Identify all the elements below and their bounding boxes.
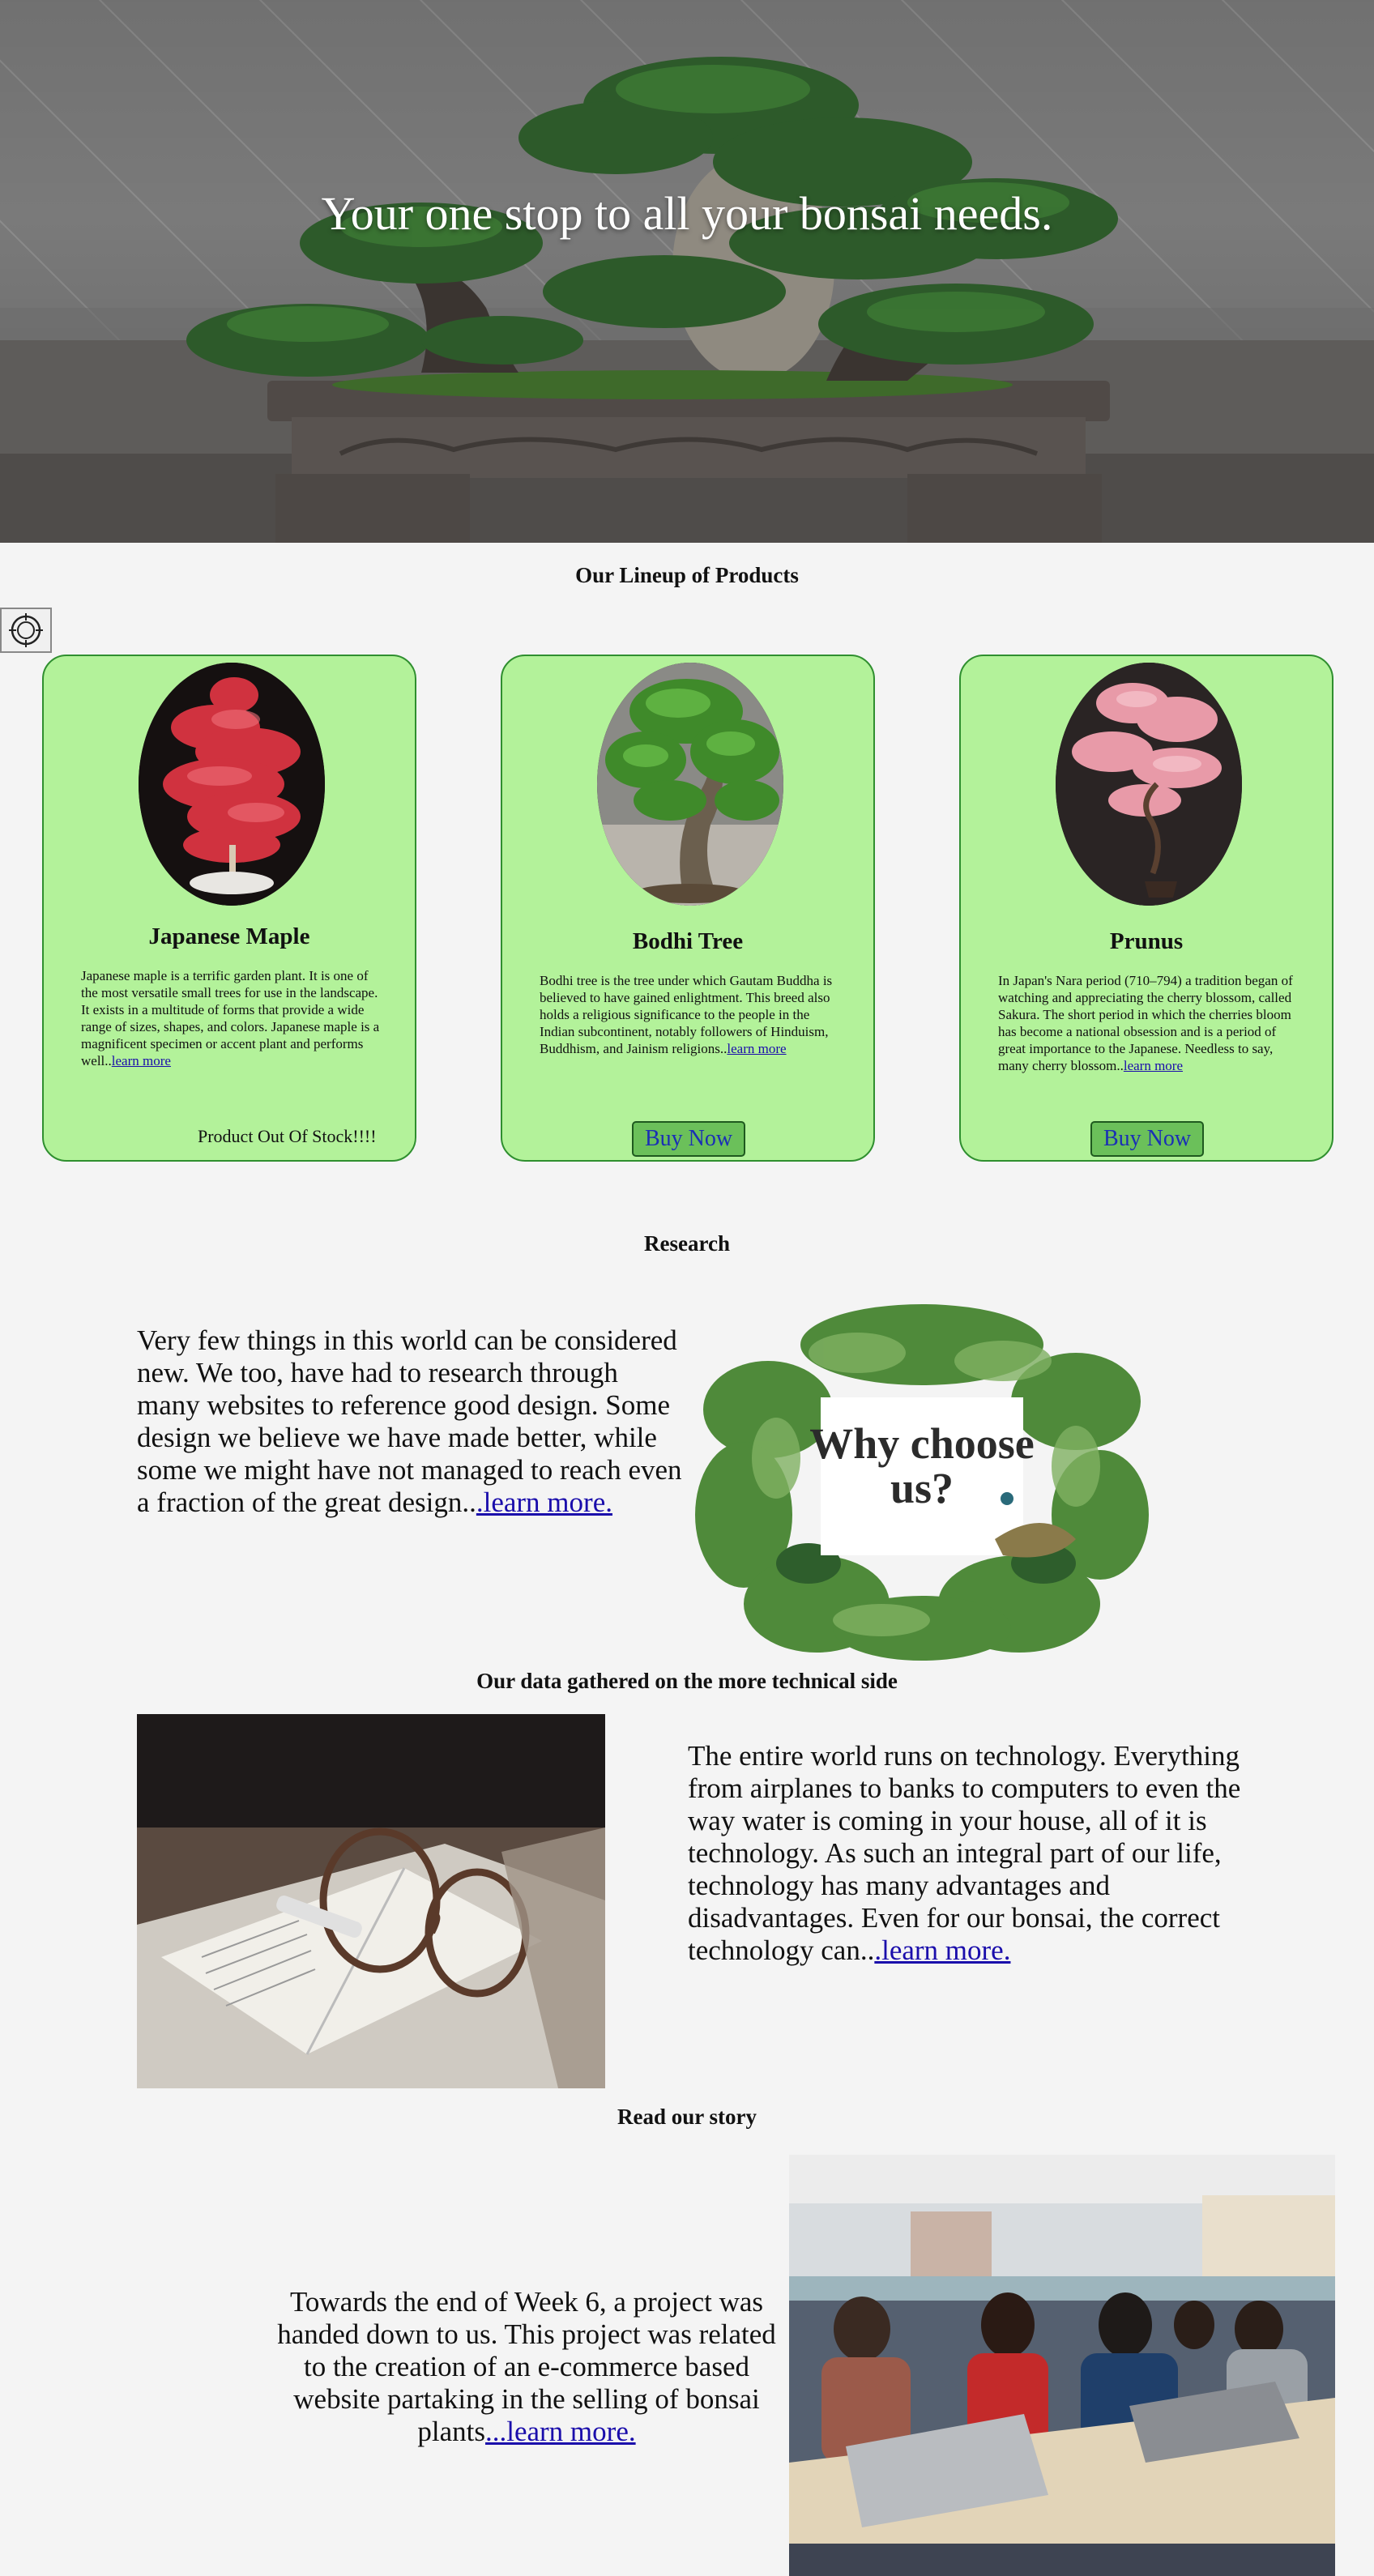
product-description-text: Bodhi tree is the tree under which Gauta… [540,973,833,1056]
story-heading: Read our story [617,2105,757,2129]
technical-learn-more-link[interactable]: .learn more. [874,1934,1010,1966]
circle-menu-icon [9,613,43,647]
why-choose-us-image: Why choose us? [695,1296,1149,1669]
hero-title: Your one stop to all your bonsai needs. [321,187,1053,240]
technical-text: The entire world runs on technology. Eve… [688,1740,1241,1966]
team-photo [789,2155,1335,2576]
japanese-maple-image [139,663,325,906]
story-learn-more-link[interactable]: ...learn more. [485,2416,636,2447]
bodhi-tree-image [597,663,783,906]
product-name: Japanese Maple [148,923,310,949]
product-description: Bodhi tree is the tree under which Gauta… [540,972,841,1057]
research-text-block: Very few things in this world can be con… [137,1324,688,1519]
product-description: In Japan's Nara period (710–794) a tradi… [998,972,1299,1074]
prunus-image [1056,663,1242,906]
product-description: Japanese maple is a terrific garden plan… [81,967,382,1069]
why-choose-us-line1: Why choose [809,1419,1035,1468]
learn-more-link[interactable]: learn more [1124,1058,1183,1073]
buy-now-button[interactable]: Buy Now [632,1121,745,1157]
learn-more-link[interactable]: learn more [112,1053,171,1068]
story-text-block: Towards the end of Week 6, a project was… [263,2286,790,2448]
research-learn-more-link[interactable]: .learn more. [476,1486,612,1518]
product-card-japanese-maple: Japanese Maple Japanese maple is a terri… [42,655,416,1162]
product-card-bodhi-tree: Bodhi Tree Bodhi tree is the tree under … [501,655,875,1162]
lineup-heading: Our Lineup of Products [575,563,799,587]
technical-text-block: The entire world runs on technology. Eve… [688,1740,1255,1967]
menu-button[interactable] [0,608,52,653]
research-heading: Research [644,1231,730,1256]
technical-heading: Our data gathered on the more technical … [476,1669,898,1693]
hero-banner: Your one stop to all your bonsai needs. [0,0,1374,543]
bonsai-hero-image [0,57,1374,543]
product-name: Prunus [1109,928,1184,954]
learn-more-link[interactable]: learn more [727,1041,786,1056]
product-name: Bodhi Tree [632,928,744,954]
buy-now-button[interactable]: Buy Now [1090,1121,1204,1157]
why-choose-us-line2: us? [890,1464,954,1512]
out-of-stock-label: Product Out Of Stock!!!! [198,1126,377,1146]
glasses-notebook-image [137,1714,605,2088]
product-card-prunus: Prunus In Japan's Nara period (710–794) … [959,655,1333,1162]
